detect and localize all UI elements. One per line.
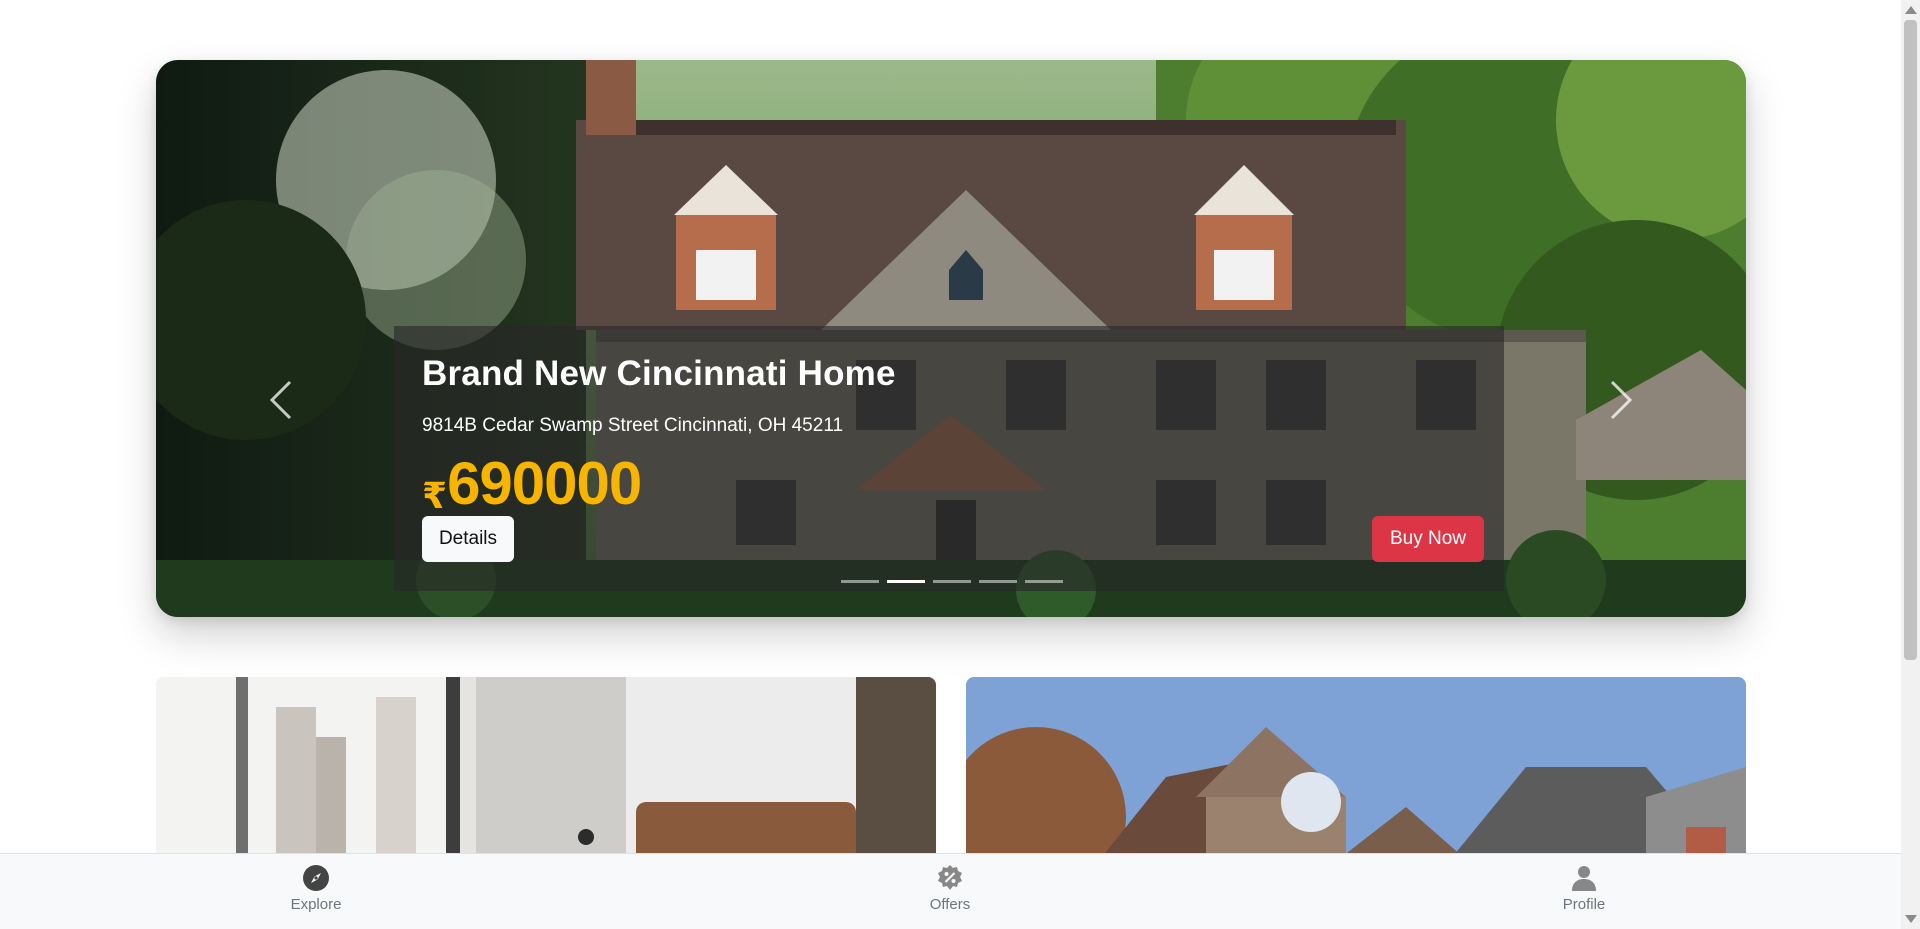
featured-carousel: Brand New Cincinnati Home 9814B Cedar Sw… bbox=[156, 60, 1746, 617]
nav-offers-label: Offers bbox=[929, 896, 971, 913]
compass-icon bbox=[303, 865, 329, 891]
nav-profile-label: Profile bbox=[1562, 896, 1606, 913]
price-amount: 690000 bbox=[447, 450, 642, 517]
listing-title: Brand New Cincinnati Home bbox=[422, 354, 896, 393]
listing-card-exterior[interactable] bbox=[966, 677, 1746, 877]
bottom-navigation: Explore Offers Profile bbox=[0, 853, 1901, 929]
carousel-caption: Brand New Cincinnati Home 9814B Cedar Sw… bbox=[394, 326, 1504, 591]
interior-photo bbox=[156, 677, 936, 877]
currency-symbol: ₹ bbox=[422, 475, 448, 516]
chevron-right-icon bbox=[1610, 380, 1633, 420]
carousel-indicators bbox=[841, 580, 1063, 583]
chevron-left-icon bbox=[269, 380, 292, 420]
vertical-scrollbar[interactable] bbox=[1901, 0, 1920, 929]
scroll-thumb[interactable] bbox=[1904, 20, 1917, 660]
scroll-down-arrow-icon[interactable] bbox=[1905, 915, 1917, 923]
carousel-indicator-3[interactable] bbox=[933, 580, 971, 583]
details-button[interactable]: Details bbox=[422, 516, 514, 562]
carousel-indicator-5[interactable] bbox=[1025, 580, 1063, 583]
nav-explore[interactable]: Explore bbox=[256, 864, 376, 913]
listing-card-interior[interactable] bbox=[156, 677, 936, 877]
carousel-prev-button[interactable] bbox=[251, 360, 311, 440]
exterior-photo bbox=[966, 677, 1746, 877]
listing-address: 9814B Cedar Swamp Street Cincinnati, OH … bbox=[422, 415, 844, 436]
buy-now-button[interactable]: Buy Now bbox=[1372, 516, 1484, 562]
person-icon bbox=[1572, 866, 1596, 891]
carousel-indicator-1[interactable] bbox=[841, 580, 879, 583]
nav-explore-label: Explore bbox=[290, 896, 342, 913]
carousel-indicator-4[interactable] bbox=[979, 580, 1017, 583]
listing-price: ₹690000 bbox=[422, 449, 642, 518]
nav-profile[interactable]: Profile bbox=[1524, 864, 1644, 913]
carousel-indicator-2[interactable] bbox=[887, 580, 925, 583]
discount-badge-icon bbox=[938, 865, 962, 890]
page: Brand New Cincinnati Home 9814B Cedar Sw… bbox=[0, 0, 1901, 929]
carousel-next-button[interactable] bbox=[1591, 360, 1651, 440]
scroll-up-arrow-icon[interactable] bbox=[1905, 6, 1917, 14]
nav-offers[interactable]: Offers bbox=[890, 864, 1010, 913]
